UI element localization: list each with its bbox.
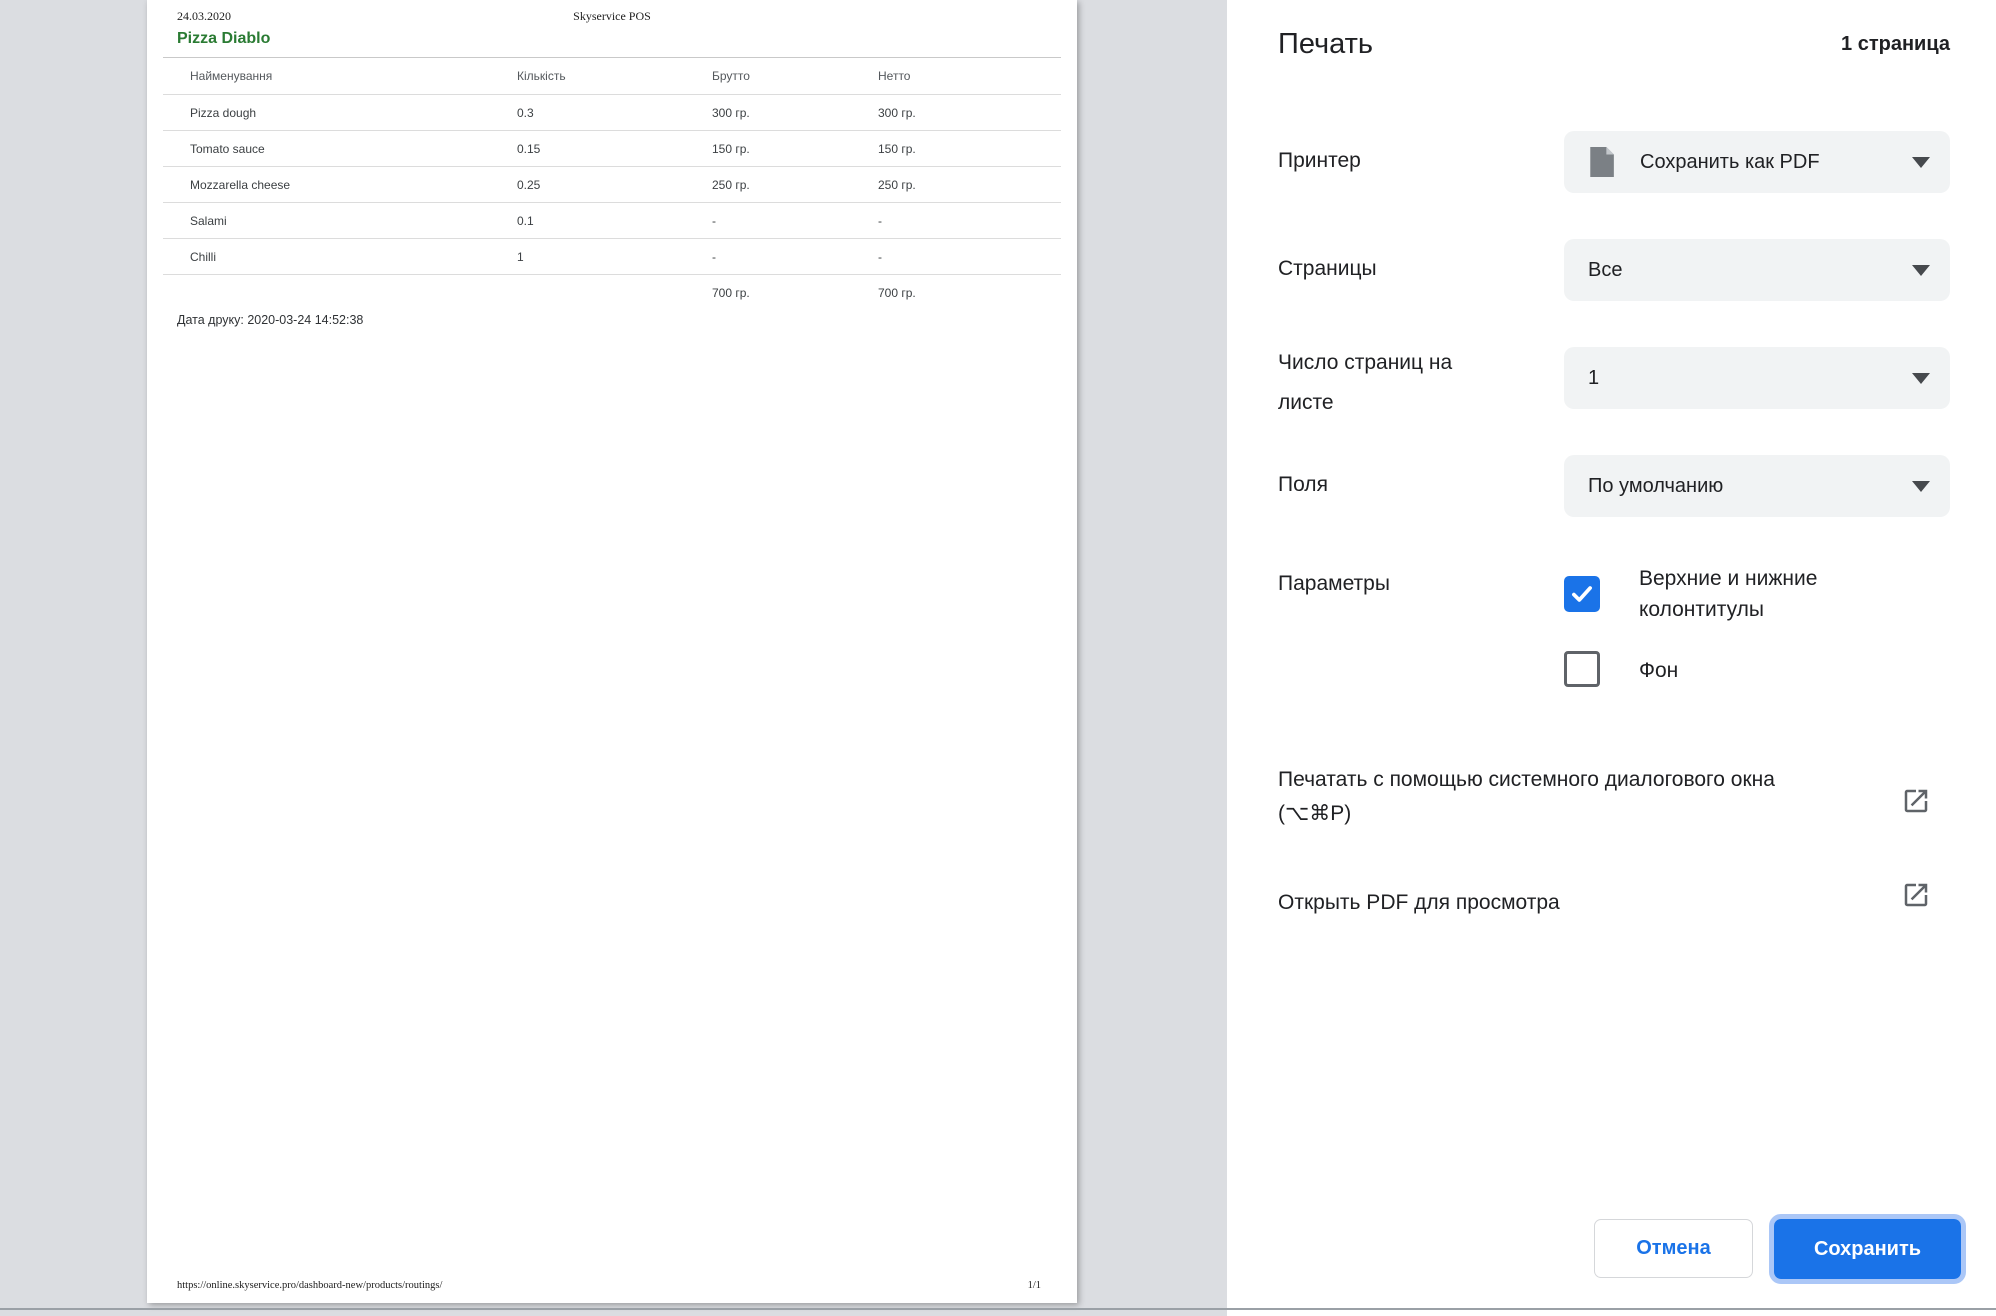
col-header-brutto: Брутто [712,69,750,83]
table-row: Mozzarella cheese 0.25 250 гр. 250 гр. [163,167,1061,203]
cell-total-brutto: 700 гр. [712,286,750,300]
document-title: Pizza Diablo [177,30,271,47]
cell-name: Mozzarella cheese [190,177,291,192]
table-header-row: Найменування Кількість Брутто Нетто [163,58,1061,95]
cell-qty: 1 [517,249,524,264]
cell-netto: 300 гр. [878,105,916,120]
checkmark-icon [1572,586,1592,602]
chevron-down-icon [1912,157,1930,168]
sheet-count: 1 страница [1841,33,1950,55]
margins-select[interactable]: По умолчанию [1564,455,1950,517]
preview-page: 24.03.2020 Skyservice POS Pizza Diablo Н… [147,0,1077,1303]
cell-name: Tomato sauce [190,141,265,156]
cell-qty: 0.25 [517,177,541,192]
pages-per-sheet-value: 1 [1588,366,1600,389]
open-in-new-icon[interactable] [1901,880,1931,910]
margins-value: По умолчанию [1588,474,1724,497]
printer-label: Принтер [1278,149,1361,172]
cell-brutto: 300 гр. [712,105,750,120]
window-bottom-edge [0,1308,1996,1310]
chevron-down-icon [1912,481,1930,492]
system-print-dialog-link[interactable]: Печатать с помощью системного диалоговог… [1278,763,1808,831]
print-dialog: Печать 1 страница Принтер Сохранить как … [1227,0,1996,1316]
pages-per-sheet-select[interactable]: 1 [1564,347,1950,409]
cell-total-netto: 700 гр. [878,286,916,300]
headers-footers-checkbox[interactable] [1564,576,1600,612]
open-pdf-link[interactable]: Открыть PDF для просмотра [1278,886,1808,920]
save-button[interactable]: Сохранить [1774,1219,1961,1279]
table-row: Salami 0.1 - - [163,203,1061,239]
cell-netto: - [878,249,882,264]
page-header-app-title: Skyservice POS [573,9,651,23]
cell-qty: 0.15 [517,141,541,156]
print-date-line: Дата друку: 2020-03-24 14:52:38 [177,313,364,327]
cell-brutto: - [712,249,716,264]
dialog-title: Печать [1278,28,1374,60]
save-button-focus-ring: Сохранить [1769,1214,1966,1284]
cell-netto: 250 гр. [878,177,916,192]
chevron-down-icon [1912,373,1930,384]
page-footer-url: https://online.skyservice.pro/dashboard-… [177,1280,443,1291]
options-label: Параметры [1278,572,1390,595]
margins-label: Поля [1278,473,1328,496]
open-in-new-icon[interactable] [1901,786,1931,816]
pages-per-sheet-label: Число страниц на листе [1278,351,1453,414]
table-row: Chilli 1 - - [163,239,1061,275]
cell-netto: 150 гр. [878,141,916,156]
cell-netto: - [878,213,882,228]
cell-brutto: 150 гр. [712,141,750,156]
cell-name: Salami [190,213,227,228]
col-header-qty: Кількість [517,69,566,83]
pdf-file-icon [1590,147,1614,177]
cancel-button[interactable]: Отмена [1594,1219,1753,1278]
cell-qty: 0.1 [517,213,534,228]
printer-select[interactable]: Сохранить как PDF [1564,131,1950,193]
col-header-name: Найменування [190,69,273,83]
headers-footers-checkbox-label: Верхние и нижние колонтитулы [1639,567,1818,621]
cell-name: Pizza dough [190,105,257,120]
col-header-netto: Нетто [878,69,911,83]
table-row: Pizza dough 0.3 300 гр. 300 гр. [163,95,1061,131]
page-footer-page-number: 1/1 [1027,1280,1041,1291]
ingredients-table: Найменування Кількість Брутто Нетто Pizz… [163,57,1061,311]
pages-select[interactable]: Все [1564,239,1950,301]
pages-value: Все [1588,258,1623,281]
background-checkbox[interactable] [1564,651,1600,687]
cell-brutto: 250 гр. [712,177,750,192]
table-totals-row: 700 гр. 700 гр. [163,275,1061,311]
cell-name: Chilli [190,249,217,264]
chevron-down-icon [1912,265,1930,276]
pages-label: Страницы [1278,257,1377,280]
print-preview-area: 24.03.2020 Skyservice POS Pizza Diablo Н… [0,0,1227,1316]
printer-value: Сохранить как PDF [1640,150,1820,173]
table-row: Tomato sauce 0.15 150 гр. 150 гр. [163,131,1061,167]
cell-brutto: - [712,213,716,228]
cell-qty: 0.3 [517,105,534,120]
background-checkbox-label: Фон [1639,659,1679,682]
